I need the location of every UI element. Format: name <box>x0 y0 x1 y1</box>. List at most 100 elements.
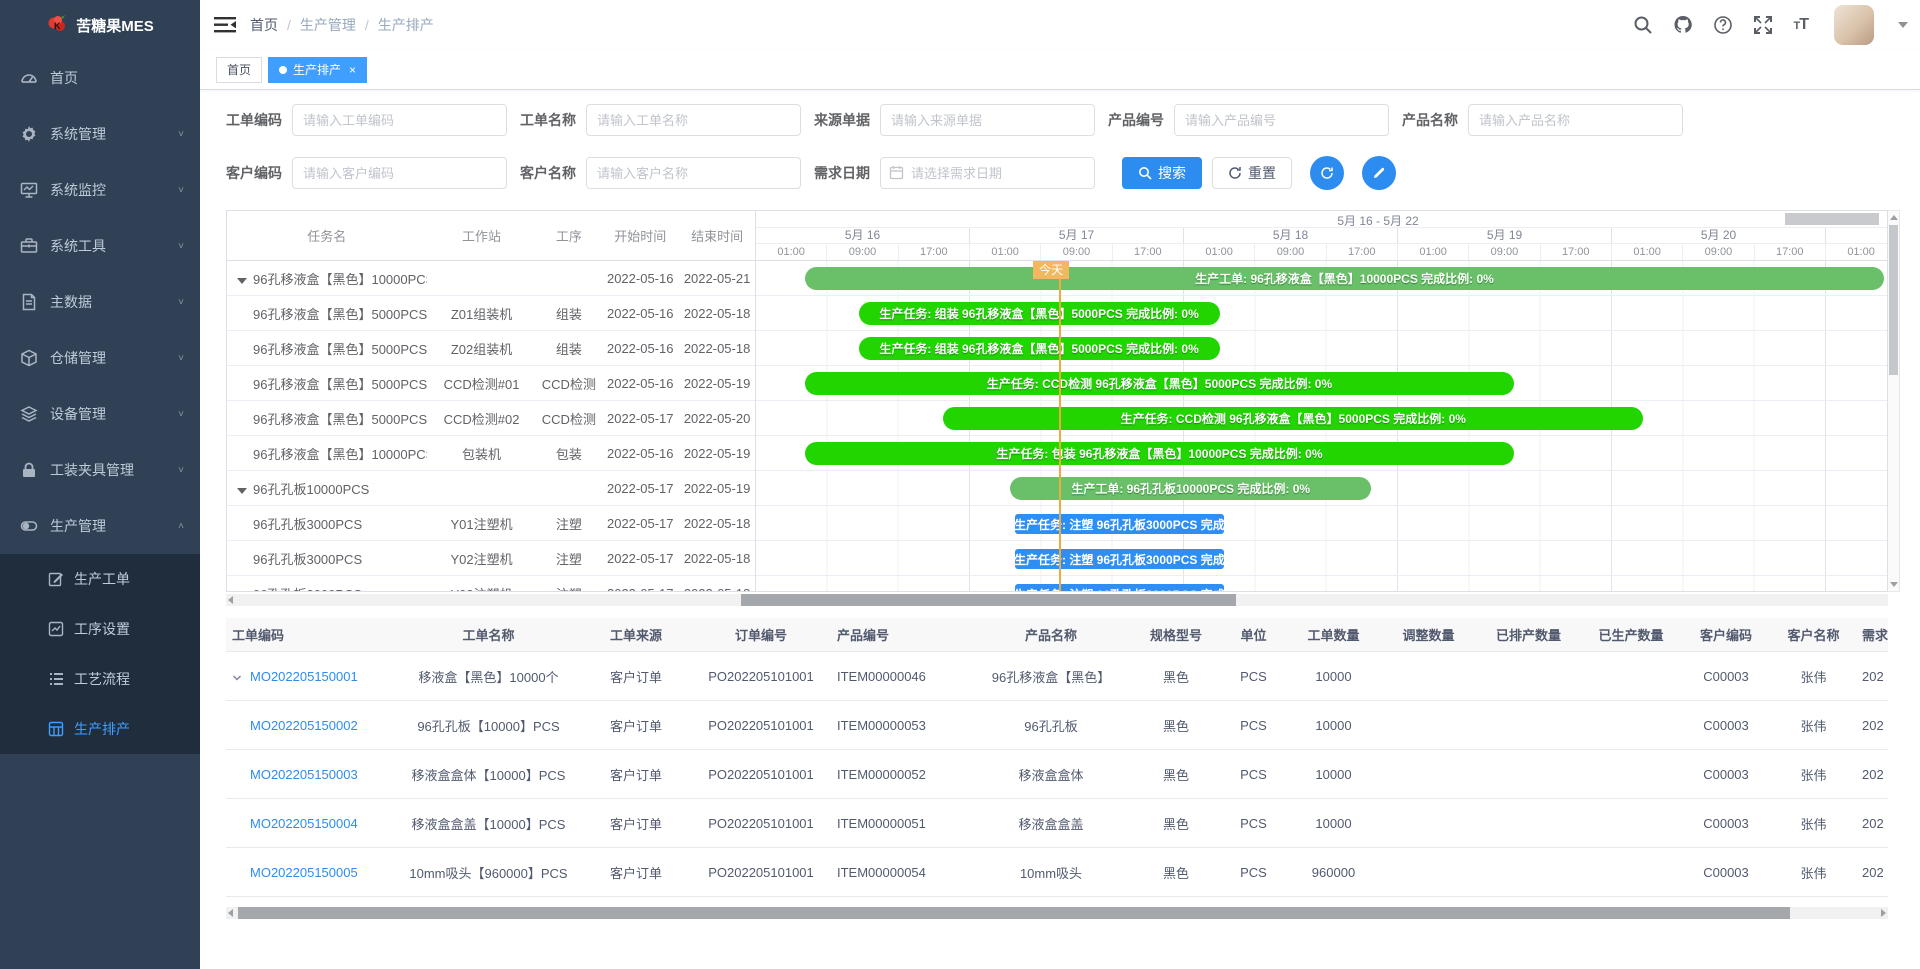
close-icon[interactable]: × <box>349 63 356 77</box>
table-cell: 96孔移液盒【黑色】 <box>971 652 1131 700</box>
filter-input-1-2[interactable] <box>880 104 1095 136</box>
work-order-link[interactable]: MO202205150005 <box>250 865 358 880</box>
gantt-vertical-scrollbar[interactable] <box>1888 210 1900 592</box>
gantt-bar-4[interactable]: 生产任务: CCD检测 96孔移液盒【黑色】5000PCS 完成比例: 0% <box>943 407 1643 430</box>
task-name: 96孔移液盒【黑色】5000PCS <box>227 304 427 323</box>
edit-schedule-button[interactable] <box>1362 156 1396 190</box>
scroll-right-icon[interactable] <box>1881 909 1886 917</box>
scroll-up-icon[interactable] <box>1890 215 1898 220</box>
sidebar-item-8[interactable]: 生产管理˄ <box>0 498 200 554</box>
gantt-task-row-4[interactable]: 96孔移液盒【黑色】5000PCSCCD检测#02CCD检测2022-05-17… <box>227 401 755 436</box>
gantt-bar-2[interactable]: 生产任务: 组装 96孔移液盒【黑色】5000PCS 完成比例: 0% <box>859 337 1220 360</box>
breadcrumb-production[interactable]: 生产管理 <box>300 15 356 35</box>
gantt-horizontal-scrollbar[interactable] <box>226 594 1888 606</box>
table-row-0[interactable]: MO202205150001移液盒【黑色】10000个客户订单PO2022051… <box>226 652 1888 701</box>
sidebar-item-3[interactable]: 系统工具˅ <box>0 218 200 274</box>
table-cell <box>1476 750 1581 798</box>
table-row-4[interactable]: MO20220515000510mm吸头【960000】PCS客户订单PO202… <box>226 848 1888 897</box>
scroll-thumb[interactable] <box>1889 225 1898 375</box>
submenu-item-3[interactable]: 生产排产 <box>0 704 200 754</box>
sidebar-fold-icon[interactable] <box>214 16 236 34</box>
sidebar-item-1[interactable]: 系统管理˅ <box>0 106 200 162</box>
layers-icon <box>20 405 38 423</box>
collapse-triangle-icon[interactable] <box>237 488 247 494</box>
logo-flower-icon: K <box>46 14 68 36</box>
filter-input-2-0[interactable] <box>292 157 507 189</box>
gantt-bar-7[interactable]: 生产任务: 注塑 96孔孔板3000PCS 完成 <box>1015 514 1225 534</box>
table-cell: 移液盒【黑色】10000个 <box>396 652 581 700</box>
filter-input-1-3[interactable] <box>1174 104 1389 136</box>
scroll-left-icon[interactable] <box>228 909 233 917</box>
avatar[interactable] <box>1834 5 1874 45</box>
table-horizontal-scrollbar[interactable] <box>226 907 1888 919</box>
table-row-2[interactable]: MO202205150003移液盒盒体【10000】PCS客户订单PO20220… <box>226 750 1888 799</box>
scroll-thumb[interactable] <box>741 594 1236 606</box>
gantt-task-row-1[interactable]: 96孔移液盒【黑色】5000PCSZ01组装机组装2022-05-162022-… <box>227 296 755 331</box>
demand-date-input[interactable] <box>880 157 1095 189</box>
submenu-item-1[interactable]: 工序设置 <box>0 604 200 654</box>
chevron-down-icon: ˅ <box>178 241 184 252</box>
filter-input-1-0[interactable] <box>292 104 507 136</box>
work-order-link[interactable]: MO202205150003 <box>250 767 358 782</box>
timeline-scrollbar-thumb[interactable] <box>1785 213 1879 225</box>
filter-label: 工单名称 <box>520 110 576 130</box>
sidebar-item-4[interactable]: 主数据˅ <box>0 274 200 330</box>
chevron-down-icon[interactable] <box>1898 22 1908 28</box>
chevron-expand-icon[interactable] <box>232 671 242 681</box>
gantt-bar-0[interactable]: 生产工单: 96孔移液盒【黑色】10000PCS 完成比例: 0% <box>805 267 1884 290</box>
task-process: CCD检测 <box>536 409 601 428</box>
task-process: 注塑 <box>536 584 601 592</box>
gantt-bar-9[interactable]: 生产任务: 注塑 96孔孔板3000PCS 完成 <box>1015 584 1225 591</box>
gantt-bar-3[interactable]: 生产任务: CCD检测 96孔移液盒【黑色】5000PCS 完成比例: 0% <box>805 372 1514 395</box>
submenu-item-0[interactable]: 生产工单 <box>0 554 200 604</box>
collapse-triangle-icon[interactable] <box>237 278 247 284</box>
gantt-task-row-2[interactable]: 96孔移液盒【黑色】5000PCSZ02组装机组装2022-05-162022-… <box>227 331 755 366</box>
reset-button[interactable]: 重置 <box>1212 157 1292 189</box>
font-size-icon[interactable]: TT <box>1793 16 1808 34</box>
sidebar-item-7[interactable]: 工装夹具管理˅ <box>0 442 200 498</box>
filter-input-1-1[interactable] <box>586 104 801 136</box>
help-icon[interactable] <box>1713 15 1733 35</box>
fullscreen-icon[interactable] <box>1753 15 1773 35</box>
scroll-thumb[interactable] <box>238 907 1790 919</box>
work-order-link[interactable]: MO202205150002 <box>250 718 358 733</box>
work-order-link[interactable]: MO202205150001 <box>250 669 358 684</box>
filter-input-1-4[interactable] <box>1468 104 1683 136</box>
refresh-schedule-button[interactable] <box>1310 156 1344 190</box>
table-cell: 黑色 <box>1131 799 1221 847</box>
gantt-bar-6[interactable]: 生产工单: 96孔孔板10000PCS 完成比例: 0% <box>1010 477 1371 500</box>
scroll-left-icon[interactable] <box>228 596 233 604</box>
gantt-task-row-8[interactable]: 96孔孔板3000PCSY02注塑机注塑2022-05-172022-05-18 <box>227 541 755 576</box>
sidebar-item-2[interactable]: 系统监控˅ <box>0 162 200 218</box>
work-order-link[interactable]: MO202205150004 <box>250 816 358 831</box>
gantt-hour-row: 01:0009:0017:0001:0009:0017:0001:0009:00… <box>756 244 1887 261</box>
gantt-task-row-5[interactable]: 96孔移液盒【黑色】10000PCS包装机包装2022-05-162022-05… <box>227 436 755 471</box>
sidebar-item-6[interactable]: 设备管理˅ <box>0 386 200 442</box>
task-start-date: 2022-05-17 <box>601 551 679 566</box>
submenu-item-2[interactable]: 工艺流程 <box>0 654 200 704</box>
filter-input-2-1[interactable] <box>586 157 801 189</box>
table-row-1[interactable]: MO20220515000296孔孔板【10000】PCS客户订单PO20220… <box>226 701 1888 750</box>
table-cell <box>1381 652 1476 700</box>
search-icon[interactable] <box>1633 15 1653 35</box>
github-icon[interactable] <box>1673 15 1693 35</box>
search-button[interactable]: 搜索 <box>1122 157 1202 189</box>
sidebar-item-0[interactable]: 首页 <box>0 50 200 106</box>
scroll-down-icon[interactable] <box>1890 582 1898 587</box>
tab-home[interactable]: 首页 <box>216 57 262 83</box>
gantt-bar-8[interactable]: 生产任务: 注塑 96孔孔板3000PCS 完成 <box>1015 549 1225 569</box>
gantt-task-row-9[interactable]: 96孔孔板3000PCSY03注塑机注塑2022-05-172022-05-18 <box>227 576 755 591</box>
table-cell: 移液盒盒体【10000】PCS <box>396 750 581 798</box>
gantt-task-row-7[interactable]: 96孔孔板3000PCSY01注塑机注塑2022-05-172022-05-18 <box>227 506 755 541</box>
tab-scheduling[interactable]: 生产排产 × <box>268 57 367 83</box>
table-row-3[interactable]: MO202205150004移液盒盒盖【10000】PCS客户订单PO20220… <box>226 799 1888 848</box>
gear-icon <box>20 125 38 143</box>
gantt-task-row-0[interactable]: 96孔移液盒【黑色】10000PCS2022-05-162022-05-21 <box>227 261 755 296</box>
gantt-task-row-6[interactable]: 96孔孔板10000PCS2022-05-172022-05-19 <box>227 471 755 506</box>
gantt-task-row-3[interactable]: 96孔移液盒【黑色】5000PCSCCD检测#01CCD检测2022-05-16… <box>227 366 755 401</box>
gantt-bar-1[interactable]: 生产任务: 组装 96孔移液盒【黑色】5000PCS 完成比例: 0% <box>859 302 1220 325</box>
sidebar-item-5[interactable]: 仓储管理˅ <box>0 330 200 386</box>
gantt-bar-5[interactable]: 生产任务: 包装 96孔移液盒【黑色】10000PCS 完成比例: 0% <box>805 442 1514 465</box>
breadcrumb-home[interactable]: 首页 <box>250 15 278 35</box>
task-station: Y01注塑机 <box>427 514 537 533</box>
